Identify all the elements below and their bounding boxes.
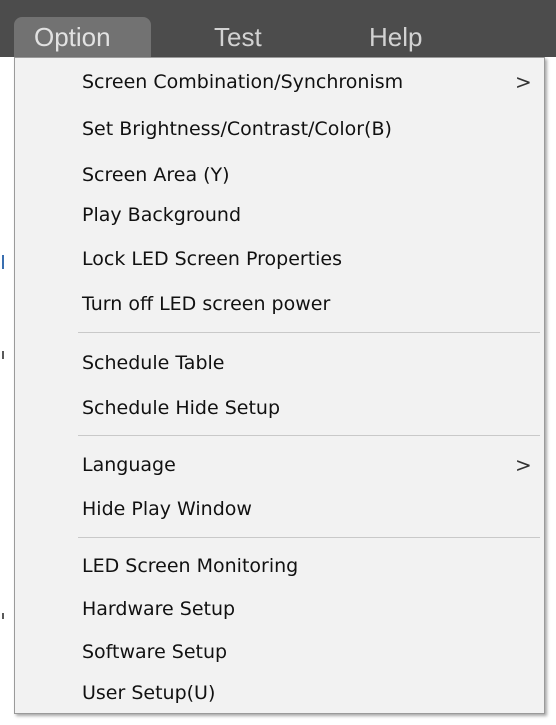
background-mark <box>2 255 4 269</box>
menu-test[interactable]: Test <box>214 17 262 57</box>
background-mark <box>2 351 4 359</box>
menu-item-label: Hardware Setup <box>82 598 236 620</box>
option-dropdown-menu: Screen Combination/Synchronism > Set Bri… <box>14 57 545 714</box>
menu-separator <box>78 435 540 436</box>
chevron-right-icon: > <box>515 453 532 477</box>
menu-item-led-screen-monitoring[interactable]: LED Screen Monitoring <box>15 543 544 589</box>
menu-item-hardware-setup[interactable]: Hardware Setup <box>15 586 544 632</box>
menu-separator <box>78 537 540 538</box>
menu-item-language[interactable]: Language > <box>15 442 544 488</box>
menu-item-label: Hide Play Window <box>82 498 252 520</box>
menu-item-schedule-hide-setup[interactable]: Schedule Hide Setup <box>15 385 544 431</box>
menu-item-label: Set Brightness/Contrast/Color(B) <box>82 118 392 140</box>
menu-item-label: Schedule Table <box>82 352 225 374</box>
menu-option[interactable]: Option <box>14 17 151 57</box>
menu-item-label: Schedule Hide Setup <box>82 397 281 419</box>
chevron-right-icon: > <box>515 70 532 94</box>
menu-item-label: LED Screen Monitoring <box>82 555 299 577</box>
menu-item-label: User Setup(U) <box>82 682 216 704</box>
menu-item-software-setup[interactable]: Software Setup <box>15 629 544 675</box>
menu-item-turn-off-led-power[interactable]: Turn off LED screen power <box>15 281 544 327</box>
menu-item-schedule-table[interactable]: Schedule Table <box>15 340 544 386</box>
menu-bar: Option Test Help <box>0 0 556 57</box>
background-mark <box>2 613 4 619</box>
menu-item-hide-play-window[interactable]: Hide Play Window <box>15 486 544 532</box>
menu-item-label: Screen Combination/Synchronism <box>82 71 404 93</box>
menu-item-label: Lock LED Screen Properties <box>82 248 343 270</box>
menu-item-play-background[interactable]: Play Background <box>15 192 544 238</box>
background-window-left <box>0 57 14 725</box>
menu-item-screen-combination[interactable]: Screen Combination/Synchronism > <box>15 59 544 105</box>
menu-item-label: Play Background <box>82 204 242 226</box>
menu-separator <box>78 332 540 333</box>
background-window-right <box>546 57 556 725</box>
menu-item-label: Turn off LED screen power <box>82 293 331 315</box>
menu-item-set-brightness[interactable]: Set Brightness/Contrast/Color(B) <box>15 106 544 152</box>
menu-item-lock-led-screen-properties[interactable]: Lock LED Screen Properties <box>15 236 544 282</box>
menu-help[interactable]: Help <box>369 17 422 57</box>
menu-item-label: Language <box>82 454 176 476</box>
menu-item-user-setup[interactable]: User Setup(U) <box>15 670 544 716</box>
menu-item-label: Software Setup <box>82 641 228 663</box>
